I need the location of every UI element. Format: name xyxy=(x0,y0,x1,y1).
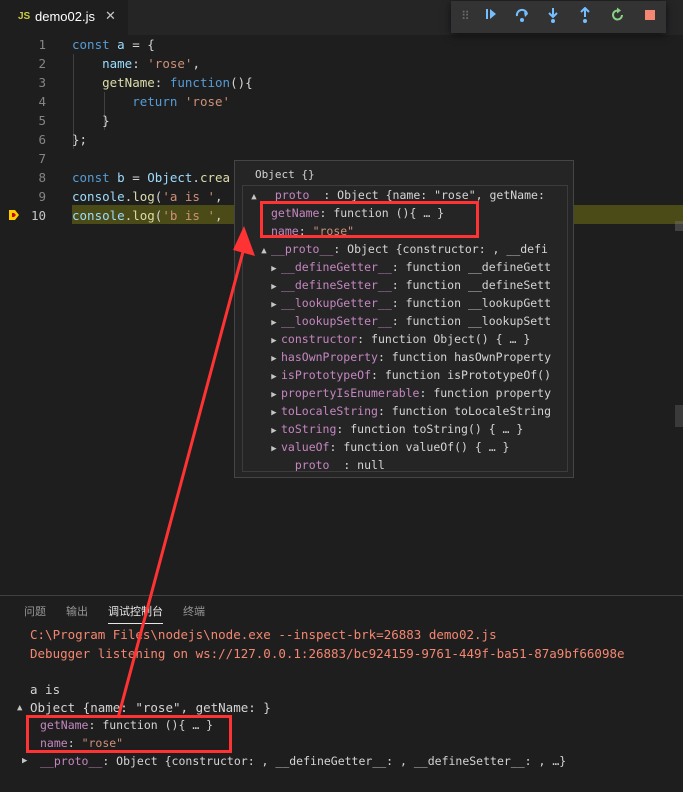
line-number[interactable]: 3 xyxy=(0,75,46,90)
line-number[interactable]: 10 xyxy=(0,208,46,223)
step-out-icon xyxy=(580,6,590,23)
annotation-box-hover xyxy=(260,201,479,238)
line-number[interactable]: 6 xyxy=(0,132,46,147)
code-line: } xyxy=(72,113,110,128)
variable-tree-row[interactable]: ▶ toLocaleString: function toLocaleString xyxy=(267,402,551,420)
variable-tree-row[interactable]: ▶ toString: function toString() { … } xyxy=(267,420,523,438)
console-debugger-listening: Debugger listening on ws://127.0.0.1:268… xyxy=(30,646,625,661)
variable-tree-row[interactable]: ▶ hasOwnProperty: function hasOwnProperty xyxy=(267,348,551,366)
variable-tree-row[interactable]: ▲ __proto__: Object {constructor: , __def… xyxy=(257,240,548,258)
restart-icon xyxy=(612,7,623,21)
line-number[interactable]: 8 xyxy=(0,170,46,185)
variable-tree-row[interactable]: __proto__: null xyxy=(267,456,385,471)
line-number[interactable]: 7 xyxy=(0,151,46,166)
step-into-button[interactable] xyxy=(543,7,563,27)
line-number[interactable]: 5 xyxy=(0,113,46,128)
code-line: console.log('a is ', xyxy=(72,189,223,204)
tab-output[interactable]: 输出 xyxy=(66,603,88,619)
code-line: console.log('b is ', xyxy=(72,208,223,223)
variable-tree-row[interactable]: ▶ propertyIsEnumerable: function property xyxy=(267,384,551,402)
drag-handle-icon[interactable]: ⠿ xyxy=(461,9,470,23)
code-line: return 'rose' xyxy=(132,94,231,109)
step-out-button[interactable] xyxy=(575,6,595,27)
continue-button[interactable] xyxy=(481,7,501,27)
variable-tree-row[interactable]: ▶ __lookupSetter__: function __lookupSett xyxy=(267,312,551,330)
tab-label: demo02.js xyxy=(35,9,95,24)
expanded-chevron-icon[interactable]: ▲ xyxy=(17,703,22,713)
annotation-box-console xyxy=(26,715,232,753)
code-line: const a = { xyxy=(72,37,155,52)
collapsed-chevron-icon[interactable]: ▶ xyxy=(22,756,27,766)
continue-icon xyxy=(486,9,496,19)
code-line: name: 'rose', xyxy=(102,56,200,71)
variable-tree-row[interactable]: ▶ isPrototypeOf: function isPrototypeOf() xyxy=(267,366,551,384)
console-object-summary[interactable]: Object {name: "rose", getName: } xyxy=(30,700,271,715)
line-number[interactable]: 1 xyxy=(0,37,46,52)
line-number[interactable]: 9 xyxy=(0,189,46,204)
variable-tree-row[interactable]: ▶ valueOf: function valueOf() { … } xyxy=(267,438,509,456)
code-line: const b = Object.crea xyxy=(72,170,231,185)
hover-title: Object {} xyxy=(255,168,315,181)
step-over-button[interactable] xyxy=(512,7,532,27)
step-into-icon xyxy=(548,8,558,23)
tab-terminal[interactable]: 终端 xyxy=(183,603,205,619)
console-log-a-is: a is xyxy=(30,682,61,697)
code-line: }; xyxy=(72,132,88,147)
step-over-icon xyxy=(515,8,528,22)
debug-toolbar: ⠿ xyxy=(451,1,666,33)
tab-debug-console[interactable]: 调试控制台 xyxy=(108,603,163,624)
tab-demo02-js[interactable]: JS demo02.js ✕ xyxy=(0,0,128,35)
stop-button[interactable] xyxy=(640,7,660,27)
tab-problems[interactable]: 问题 xyxy=(24,603,46,619)
variable-tree-row[interactable]: ▶ __defineGetter__: function __defineGett xyxy=(267,258,551,276)
line-number[interactable]: 2 xyxy=(0,56,46,71)
variable-tree-row[interactable]: ▶ __defineSetter__: function __defineSett xyxy=(267,276,551,294)
close-icon[interactable]: ✕ xyxy=(105,8,116,24)
stop-icon xyxy=(645,10,655,20)
javascript-file-icon: JS xyxy=(18,11,31,22)
variable-tree-row[interactable]: ▶ __lookupGetter__: function __lookupGett xyxy=(267,294,551,312)
restart-button[interactable] xyxy=(608,7,628,27)
line-number[interactable]: 4 xyxy=(0,94,46,109)
bottom-panel: 问题 输出 调试控制台 终端 C:\Program Files\nodejs\n… xyxy=(0,595,683,792)
code-line: getName: function(){ xyxy=(102,75,253,90)
variable-tree-row[interactable]: ▶ constructor: function Object() { … } xyxy=(267,330,530,348)
console-command-line: C:\Program Files\nodejs\node.exe --inspe… xyxy=(30,627,497,642)
console-proto-row[interactable]: __proto__: Object {constructor: , __defi… xyxy=(40,754,566,768)
